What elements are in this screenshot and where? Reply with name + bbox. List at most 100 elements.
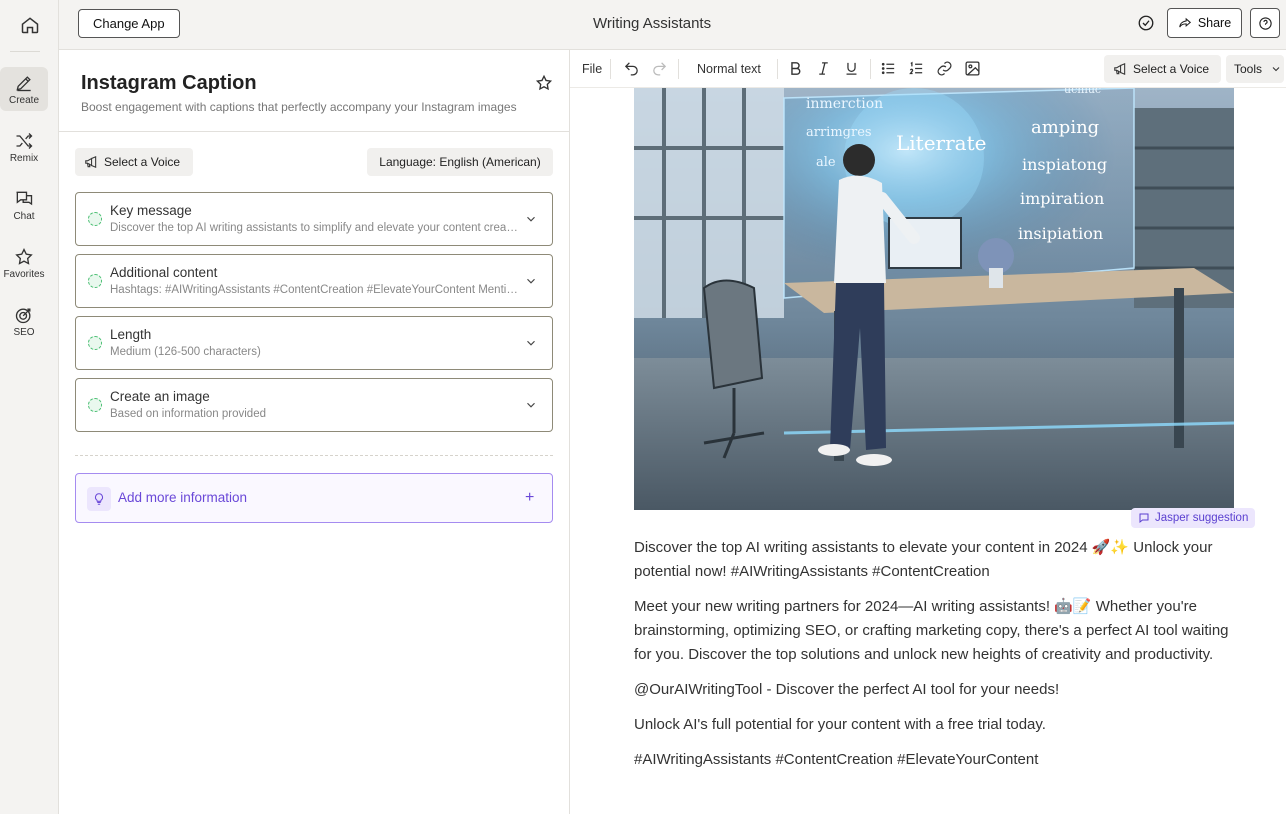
jasper-suggestion-badge[interactable]: Jasper suggestion (1131, 508, 1256, 528)
chevron-down-icon[interactable] (524, 398, 538, 412)
text-style-select[interactable]: Normal text (697, 62, 761, 76)
comment-icon (1139, 513, 1149, 524)
help-button[interactable] (1250, 8, 1280, 38)
divider (59, 131, 570, 132)
chat-bubbles-icon (16, 191, 33, 205)
document-header-bar: Writing Assistants Share (570, 0, 1286, 50)
tools-label: Tools (1234, 62, 1263, 76)
field-title: Key message (110, 203, 192, 218)
paragraph: @OurAIWritingTool - Discover the perfect… (634, 681, 1060, 698)
plus-icon: + (525, 489, 535, 506)
home-button[interactable] (0, 0, 59, 50)
field-title: Length (110, 327, 152, 342)
document-title[interactable]: Writing Assistants (593, 15, 711, 32)
change-app-button[interactable]: Change App (78, 9, 180, 38)
home-icon (21, 17, 38, 34)
jasper-suggestion-label: Jasper suggestion (1155, 512, 1249, 524)
app-subtitle: Boost engagement with captions that perf… (81, 100, 517, 114)
status-dot-icon (88, 212, 102, 226)
nav-item-create[interactable]: Create (0, 67, 48, 111)
check-circle-icon[interactable] (1137, 14, 1155, 32)
share-button[interactable]: Share (1167, 8, 1242, 38)
toolbar-divider (870, 59, 871, 79)
status-dot-icon (88, 336, 102, 350)
undo-icon[interactable] (623, 60, 640, 77)
holo-word: insipiation (1018, 224, 1103, 243)
paragraph: Discover the top AI writing assistants t… (634, 539, 1213, 580)
nav-item-label: SEO (13, 326, 35, 338)
field-value: Hashtags: #AIWritingAssistants #ContentC… (110, 284, 520, 296)
target-icon (15, 308, 31, 323)
field-value: Discover the top AI writing assistants t… (110, 222, 520, 234)
share-label: Share (1197, 16, 1232, 30)
underline-icon[interactable] (843, 60, 860, 77)
toolbar-divider (777, 59, 778, 79)
select-voice-button[interactable]: Select a Voice (75, 148, 193, 176)
share-arrow-icon (1179, 17, 1191, 28)
nav-item-seo[interactable]: SEO (0, 299, 48, 343)
paragraph: #AIWritingAssistants #ContentCreation #E… (634, 751, 1039, 768)
file-menu[interactable]: File (582, 62, 602, 76)
toolbar-select-voice-button[interactable]: Select a Voice (1104, 55, 1221, 83)
bullet-list-icon[interactable] (880, 60, 897, 77)
shuffle-icon (16, 132, 33, 149)
redo-icon[interactable] (651, 60, 668, 77)
holo-word: inmerction (806, 96, 883, 112)
generated-image[interactable]: inmerction arrimgres ale Literrate ampin… (634, 88, 1234, 510)
editor-toolbar: File Normal text Select a Voice Tools (570, 50, 1286, 88)
length-field[interactable]: Length Medium (126-500 characters) (75, 316, 553, 370)
nav-item-remix[interactable]: Remix (0, 125, 48, 169)
field-value: Medium (126-500 characters) (110, 346, 261, 358)
status-dot-icon (88, 274, 102, 288)
holo-word: arrimgres (806, 125, 872, 140)
chevron-down-icon[interactable] (524, 212, 538, 226)
paragraph: Unlock AI's full potential for your cont… (634, 716, 1046, 733)
app-title: Instagram Caption (81, 72, 257, 94)
document-panel: Writing Assistants Share File Normal tex… (570, 0, 1286, 814)
status-dot-icon (88, 398, 102, 412)
nav-item-label: Chat (13, 210, 35, 222)
lightbulb-icon (94, 493, 104, 505)
toolbar-divider (678, 59, 679, 79)
chevron-down-icon (1272, 67, 1280, 72)
field-title: Additional content (110, 265, 218, 280)
add-more-information-button[interactable]: Add more information + (75, 473, 553, 523)
office-illustration: inmerction arrimgres ale Literrate ampin… (634, 88, 1234, 510)
field-value: Based on information provided (110, 408, 266, 420)
additional-content-field[interactable]: Additional content Hashtags: #AIWritingA… (75, 254, 553, 308)
nav-item-label: Create (8, 94, 39, 106)
toolbar-divider (610, 59, 611, 79)
dashed-divider (75, 455, 553, 456)
chevron-down-icon[interactable] (524, 274, 538, 288)
select-voice-label: Select a Voice (104, 155, 181, 169)
nav-item-chat[interactable]: Chat (0, 183, 48, 227)
holo-word: inspiatong (1022, 155, 1107, 174)
megaphone-icon (85, 155, 97, 169)
field-title: Create an image (110, 389, 210, 404)
chevron-down-icon[interactable] (524, 336, 538, 350)
lightbulb-badge (87, 487, 111, 511)
nav-item-label: Favorites (3, 268, 45, 280)
language-select-button[interactable]: Language: English (American) (367, 148, 553, 176)
numbered-list-icon[interactable] (908, 60, 925, 77)
holo-word: impiration (1020, 189, 1104, 208)
image-icon[interactable] (964, 60, 981, 77)
app-form-panel: Change App Instagram Caption Boost engag… (59, 0, 570, 814)
nav-item-favorites[interactable]: Favorites (0, 241, 48, 285)
bold-icon[interactable] (787, 60, 804, 77)
key-message-field[interactable]: Key message Discover the top AI writing … (75, 192, 553, 246)
favorite-star-icon[interactable] (535, 74, 553, 92)
link-icon[interactable] (936, 60, 953, 77)
toolbar-select-voice-label: Select a Voice (1133, 62, 1210, 76)
add-more-information-label: Add more information (118, 490, 248, 505)
star-icon (15, 247, 33, 265)
tools-menu-button[interactable]: Tools (1226, 55, 1284, 83)
paragraph: Meet your new writing partners for 2024—… (634, 598, 1229, 663)
create-image-field[interactable]: Create an image Based on information pro… (75, 378, 553, 432)
help-circle-icon (1258, 16, 1272, 30)
italic-icon[interactable] (815, 60, 832, 77)
document-body[interactable]: Discover the top AI writing assistants t… (634, 536, 1244, 783)
nav-item-label: Remix (9, 152, 39, 164)
mid-header-bar: Change App (59, 0, 570, 50)
megaphone-icon (1114, 62, 1126, 76)
